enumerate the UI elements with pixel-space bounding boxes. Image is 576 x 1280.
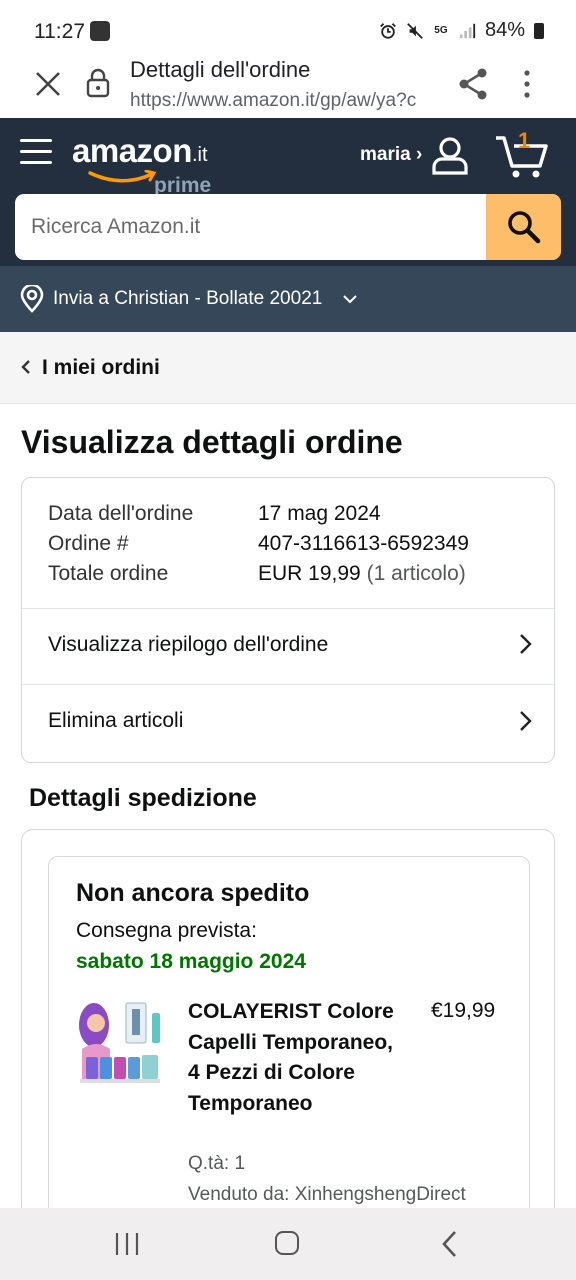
smile-icon [88, 170, 157, 183]
product-price: €19,99 [431, 999, 496, 1022]
order-total-value: EUR 19,99 (1 articolo) [258, 562, 466, 586]
status-icons: 5G 84% [379, 19, 544, 42]
order-item-count: (1 articolo) [366, 562, 466, 585]
delete-items-link[interactable]: Elimina articoli [48, 709, 183, 733]
alarm-icon [380, 22, 396, 39]
network-type: 5G [434, 24, 448, 36]
close-icon[interactable] [32, 68, 64, 100]
page-title: Visualizza dettagli ordine [21, 424, 403, 460]
deliver-to-bar[interactable]: Invia a Christian - Bollate 20021 [0, 266, 576, 332]
chevron-down-icon [343, 295, 357, 304]
signal-icon [459, 23, 476, 38]
breadcrumb[interactable]: I miei ordini [0, 332, 576, 404]
share-icon[interactable] [456, 67, 490, 101]
cart-button[interactable]: 1 [494, 128, 550, 180]
shipment-item-card: Non ancora spedito Consegna prevista: sa… [48, 856, 530, 1256]
chevron-right-icon[interactable] [518, 710, 532, 732]
order-number-label: Ordine # [48, 532, 129, 555]
shipment-card: Non ancora spedito Consegna prevista: sa… [21, 829, 555, 1256]
shipment-status: Non ancora spedito [76, 879, 310, 907]
chevron-right-icon[interactable] [518, 633, 532, 655]
order-total-label: Totale ordine [48, 562, 169, 585]
lock-icon[interactable] [86, 68, 110, 98]
divider [22, 608, 554, 609]
account-link[interactable]: maria › [360, 144, 422, 166]
product-image[interactable] [76, 999, 166, 1089]
status-time: 11:27 [34, 20, 85, 43]
amazon-header: amazon .it prime maria › 1 Ricerca Amazo… [0, 118, 576, 266]
browser-url[interactable]: https://www.amazon.it/gp/aw/ya?c [130, 90, 440, 112]
menu-icon[interactable] [20, 139, 52, 167]
system-nav-bar [0, 1208, 576, 1280]
search-input[interactable]: Ricerca Amazon.it [31, 215, 200, 239]
order-info-card: Data dell'ordine 17 mag 2024 Ordine # 40… [21, 477, 555, 763]
chevron-left-icon [21, 360, 30, 374]
order-summary-link[interactable]: Visualizza riepilogo dell'ordine [48, 633, 328, 657]
browser-page-title: Dettagli dell'ordine [130, 57, 311, 82]
order-number-value: 407-3116613-6592349 [258, 532, 469, 555]
product-quantity: Q.tà: 1 [188, 1153, 246, 1174]
expected-delivery-date: sabato 18 maggio 2024 [76, 950, 306, 973]
amazon-logo[interactable]: amazon .it prime [72, 132, 222, 197]
shipping-heading: Dettagli spedizione [29, 784, 257, 812]
product-seller[interactable]: Venduto da: XinhengshengDirect [188, 1184, 466, 1206]
breadcrumb-orders-link[interactable]: I miei ordini [42, 356, 160, 380]
search-icon [507, 211, 540, 244]
home-icon[interactable] [275, 1231, 299, 1255]
logo-tld: .it [192, 144, 208, 166]
battery-icon [534, 22, 544, 39]
app-notification-icon [90, 21, 110, 41]
cart-count: 1 [518, 128, 531, 153]
order-date-label: Data dell'ordine [48, 502, 194, 525]
order-date-value: 17 mag 2024 [258, 502, 381, 525]
logo-word: amazon [72, 132, 192, 169]
divider [22, 684, 554, 685]
back-icon[interactable] [440, 1230, 458, 1258]
product-name-link[interactable]: COLAYERIST Colore Capelli Temporaneo, 4 … [188, 997, 408, 1119]
user-icon[interactable] [430, 135, 470, 175]
search-button[interactable] [486, 194, 561, 260]
battery-percent: 84% [484, 19, 525, 41]
more-vert-icon[interactable] [517, 68, 537, 100]
search-bar[interactable]: Ricerca Amazon.it [15, 194, 561, 260]
browser-toolbar: Dettagli dell'ordine https://www.amazon.… [0, 50, 576, 118]
recent-apps-icon[interactable] [114, 1232, 140, 1256]
expected-delivery-label: Consegna prevista: [76, 919, 257, 942]
mute-icon [407, 22, 423, 39]
order-total-amount: EUR 19,99 [258, 562, 361, 585]
deliver-to-text: Invia a Christian - Bollate 20021 [53, 288, 323, 309]
location-pin-icon [20, 285, 44, 313]
